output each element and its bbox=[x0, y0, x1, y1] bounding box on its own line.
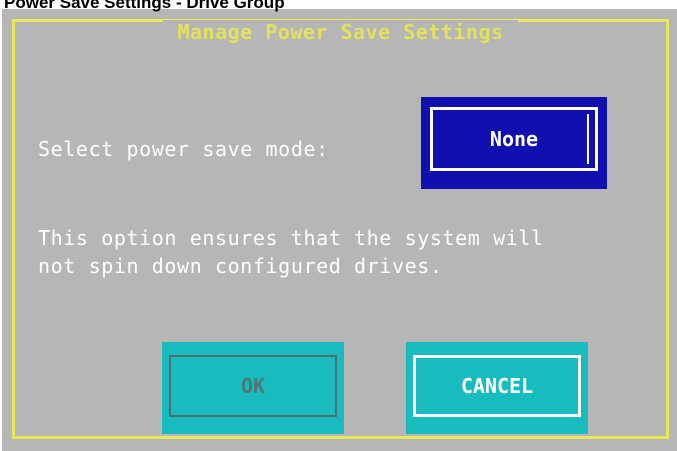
description-line-1: This option ensures that the system will bbox=[38, 226, 544, 250]
power-save-mode-selector: None bbox=[421, 97, 607, 189]
cancel-button-panel: CANCEL bbox=[406, 342, 588, 434]
ok-button-label: OK bbox=[240, 374, 266, 398]
power-save-mode-value: None bbox=[489, 127, 539, 151]
description-line-2: not spin down configured drives. bbox=[38, 254, 443, 278]
dialog-title-bar: Manage Power Save Settings bbox=[15, 20, 666, 45]
ok-button[interactable]: OK bbox=[169, 355, 337, 417]
page-caption: Power Save Settings - Drive Group bbox=[4, 0, 285, 12]
cancel-button[interactable]: CANCEL bbox=[413, 355, 581, 417]
mode-description: This option ensures that the system will… bbox=[38, 224, 668, 280]
ok-button-panel: OK bbox=[162, 342, 344, 434]
power-save-mode-label: Select power save mode: bbox=[38, 137, 329, 161]
power-save-mode-button[interactable]: None bbox=[430, 107, 598, 171]
cancel-button-label: CANCEL bbox=[460, 374, 534, 398]
dialog-title: Manage Power Save Settings bbox=[163, 20, 518, 44]
power-save-dialog: Manage Power Save Settings Select power … bbox=[2, 9, 677, 451]
